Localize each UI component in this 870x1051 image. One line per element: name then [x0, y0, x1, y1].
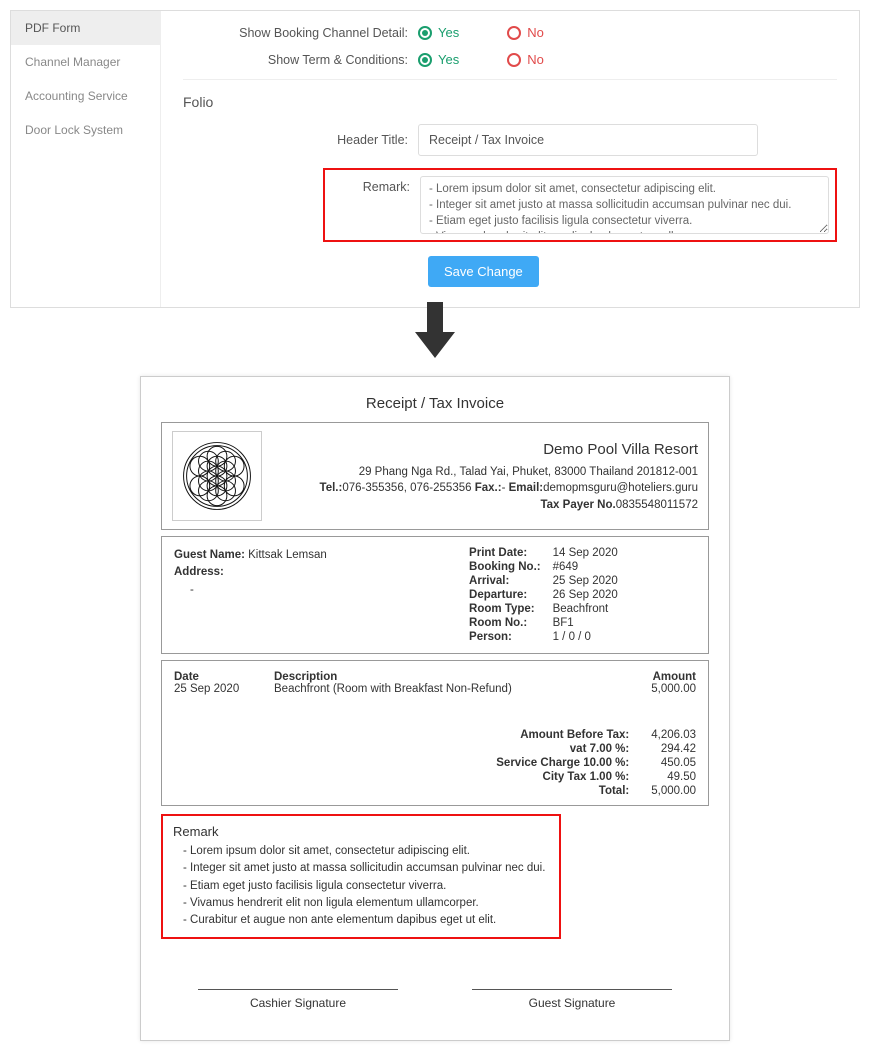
folio-section-title: Folio — [183, 94, 837, 110]
col-desc-header: Description — [274, 671, 606, 683]
booking-channel-label: Show Booking Channel Detail: — [183, 26, 418, 40]
col-amount-header: Amount — [606, 671, 696, 683]
invoice-title: Receipt / Tax Invoice — [161, 395, 709, 412]
guest-info-box: Guest Name: Kittsak Lemsan Address: - Pr… — [161, 536, 709, 654]
sidebar-item-accounting-service[interactable]: Accounting Service — [11, 79, 160, 113]
main-form: Show Booking Channel Detail: Yes No Show… — [161, 11, 859, 307]
line-item-row: 25 Sep 2020 Beachfront (Room with Breakf… — [174, 683, 696, 695]
settings-panel: PDF Form Channel Manager Accounting Serv… — [10, 10, 860, 308]
guest-signature: Guest Signature — [472, 989, 672, 1010]
invoice-remark-highlight: Remark - Lorem ipsum dolor sit amet, con… — [161, 814, 561, 939]
remark-row-highlight: Remark: — [323, 168, 837, 242]
invoice-header-box: Demo Pool Villa Resort 29 Phang Nga Rd.,… — [161, 422, 709, 530]
terms-label: Show Term & Conditions: — [183, 53, 418, 67]
save-change-button[interactable]: Save Change — [428, 256, 539, 287]
sidebar: PDF Form Channel Manager Accounting Serv… — [11, 11, 161, 307]
divider — [183, 79, 837, 80]
remark-heading: Remark — [173, 824, 549, 839]
line-items-box: Date Description Amount 25 Sep 2020 Beac… — [161, 660, 709, 806]
cashier-signature: Cashier Signature — [198, 989, 398, 1010]
header-title-input[interactable] — [418, 124, 758, 156]
company-address: 29 Phang Nga Rd., Talad Yai, Phuket, 830… — [272, 464, 698, 480]
booking-channel-no-radio[interactable]: No — [507, 25, 544, 40]
sidebar-item-door-lock-system[interactable]: Door Lock System — [11, 113, 160, 147]
remark-textarea[interactable] — [420, 176, 829, 234]
terms-yes-radio[interactable]: Yes — [418, 52, 459, 67]
sidebar-item-pdf-form[interactable]: PDF Form — [11, 11, 160, 45]
sidebar-item-channel-manager[interactable]: Channel Manager — [11, 45, 160, 79]
terms-no-radio[interactable]: No — [507, 52, 544, 67]
invoice-preview: Receipt / Tax Invoice — [140, 376, 730, 1041]
company-name: Demo Pool Villa Resort — [272, 439, 698, 460]
header-title-label: Header Title: — [183, 133, 418, 147]
remark-label: Remark: — [325, 176, 420, 194]
flower-of-life-icon — [179, 438, 255, 514]
col-date-header: Date — [174, 671, 274, 683]
company-logo — [172, 431, 262, 521]
totals-block: Amount Before Tax:4,206.03 vat 7.00 %:29… — [426, 729, 696, 797]
arrow-down-icon — [10, 302, 860, 362]
booking-channel-yes-radio[interactable]: Yes — [418, 25, 459, 40]
